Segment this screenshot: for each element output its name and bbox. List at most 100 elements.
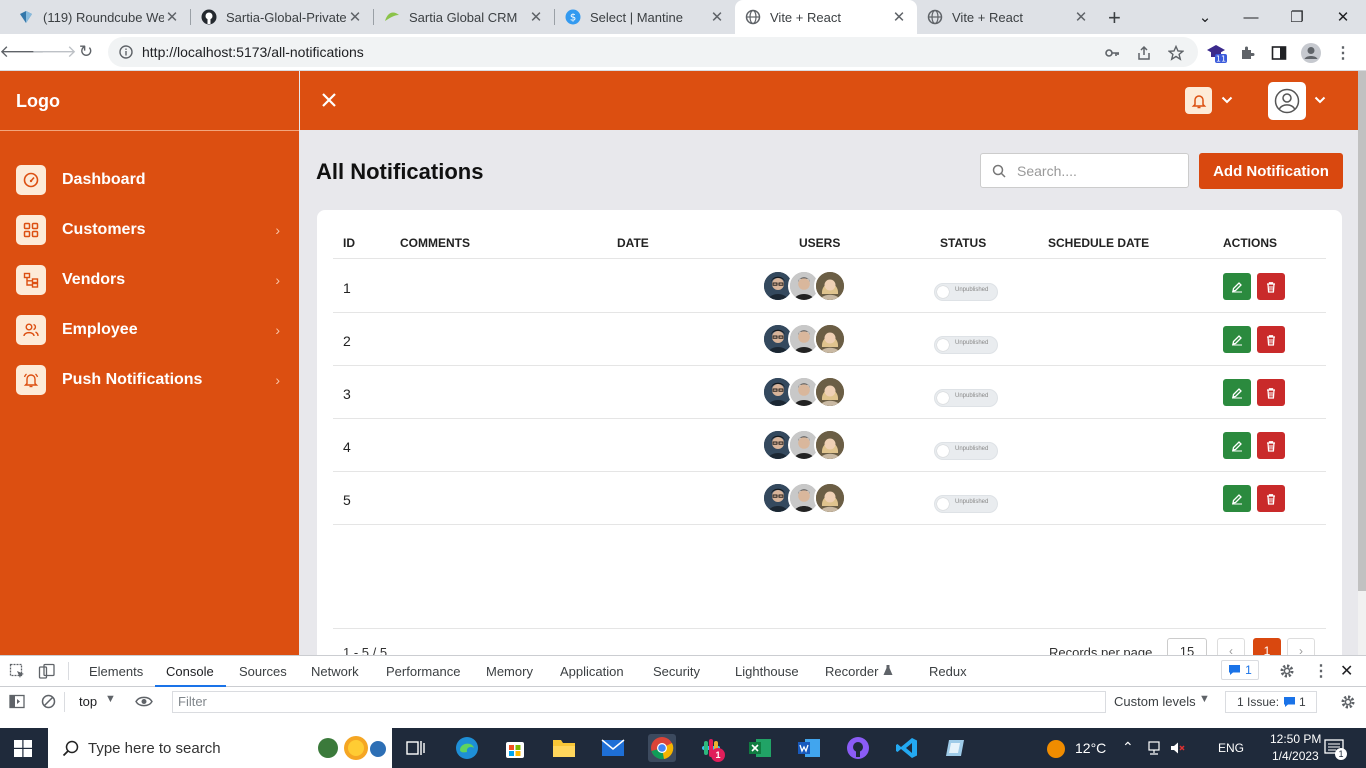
scrollbar-thumb[interactable] — [1358, 71, 1366, 591]
sidebar-item-vendors[interactable]: Vendors › — [16, 264, 284, 296]
status-toggle[interactable]: Unpublished — [934, 495, 998, 513]
status-toggle[interactable]: Unpublished — [934, 442, 998, 460]
user-avatar-group[interactable] — [762, 323, 852, 355]
devtools-tab-recorder[interactable]: Recorder — [825, 664, 878, 679]
weather-sun-icon[interactable] — [1046, 739, 1066, 759]
log-levels-select[interactable]: Custom levels — [1114, 694, 1196, 709]
status-toggle[interactable]: Unpublished — [934, 389, 998, 407]
browser-tab-active[interactable]: Vite + React ✕ — [735, 0, 917, 34]
delete-button[interactable] — [1257, 379, 1285, 406]
github-desktop-icon[interactable] — [844, 734, 872, 762]
devtools-menu-icon[interactable]: ⋮ — [1313, 661, 1329, 681]
input-language[interactable]: ENG — [1218, 741, 1244, 755]
slack-icon[interactable]: 1 — [697, 734, 725, 762]
weather-temperature[interactable]: 12°C — [1075, 740, 1106, 756]
column-header-id[interactable]: ID — [343, 236, 355, 250]
snipping-tool-icon[interactable] — [942, 734, 970, 762]
taskbar-search-box[interactable]: Type here to search — [48, 728, 392, 768]
sidebar-item-employee[interactable]: Employee › — [16, 314, 284, 346]
devtools-tab-sources[interactable]: Sources — [239, 664, 287, 679]
delete-button[interactable] — [1257, 326, 1285, 353]
notification-bell-button[interactable] — [1185, 87, 1212, 114]
records-per-page-select[interactable]: 15 — [1167, 638, 1207, 655]
tab-close-icon[interactable]: ✕ — [891, 8, 907, 26]
devtools-tab-network[interactable]: Network — [311, 664, 359, 679]
edit-button[interactable] — [1223, 379, 1251, 406]
tab-close-icon[interactable]: ✕ — [528, 8, 544, 26]
side-panel-icon[interactable] — [1268, 42, 1290, 64]
user-avatar-group[interactable] — [762, 482, 852, 514]
tab-close-icon[interactable]: ✕ — [1073, 8, 1089, 26]
new-tab-button[interactable]: + — [1108, 5, 1121, 31]
clear-console-icon[interactable] — [41, 694, 56, 709]
user-avatar-group[interactable] — [762, 270, 852, 302]
tab-close-icon[interactable]: ✕ — [709, 8, 725, 26]
messages-badge[interactable]: 1 — [1221, 660, 1259, 680]
browser-tab[interactable]: Sartia Global CRM ✕ — [374, 0, 554, 34]
browser-tab[interactable]: Vite + React ✕ — [917, 0, 1099, 34]
delete-button[interactable] — [1257, 273, 1285, 300]
status-toggle[interactable]: Unpublished — [934, 336, 998, 354]
word-icon[interactable] — [795, 734, 823, 762]
console-settings-gear-icon[interactable] — [1340, 694, 1356, 710]
forward-button[interactable]: 🡒 — [31, 38, 77, 66]
device-toolbar-icon[interactable] — [38, 663, 56, 680]
excel-icon[interactable] — [746, 734, 774, 762]
devtools-tab-security[interactable]: Security — [653, 664, 700, 679]
browser-tab[interactable]: $ Select | Mantine ✕ — [555, 0, 735, 34]
pagination-next-button[interactable]: › — [1287, 638, 1315, 655]
browser-tab[interactable]: Sartia-Global-Private- ✕ — [191, 0, 373, 34]
maximize-button[interactable]: ❐ — [1274, 0, 1320, 34]
address-bar[interactable]: http://localhost:5173/all-notifications — [108, 37, 1198, 67]
column-header-schedule-date[interactable]: SCHEDULE DATE — [1048, 236, 1149, 250]
clock-time[interactable]: 12:50 PM — [1270, 732, 1321, 746]
status-toggle[interactable]: Unpublished — [934, 283, 998, 301]
logo[interactable]: Logo — [16, 91, 60, 112]
devtools-tab-lighthouse[interactable]: Lighthouse — [735, 664, 799, 679]
task-view-icon[interactable] — [406, 739, 426, 757]
sidebar-item-push-notifications[interactable]: Push Notifications › — [16, 364, 284, 396]
chrome-icon[interactable] — [648, 734, 676, 762]
user-menu-button[interactable] — [1268, 82, 1306, 120]
volume-muted-icon[interactable] — [1170, 741, 1186, 755]
puzzle-extensions-icon[interactable] — [1237, 42, 1259, 64]
tray-chevron-up-icon[interactable]: ⌃ — [1122, 739, 1134, 756]
edit-button[interactable] — [1223, 326, 1251, 353]
tab-search-chevron-icon[interactable]: ⌄ — [1182, 0, 1228, 34]
column-header-status[interactable]: STATUS — [940, 236, 986, 250]
chevron-down-icon[interactable] — [1220, 93, 1234, 107]
profile-avatar-icon[interactable] — [1300, 42, 1322, 64]
devtools-tab-memory[interactable]: Memory — [486, 664, 533, 679]
sidebar-toggle-icon[interactable] — [9, 694, 25, 709]
add-notification-button[interactable]: Add Notification — [1199, 153, 1343, 189]
edit-button[interactable] — [1223, 432, 1251, 459]
column-header-comments[interactable]: COMMENTS — [400, 236, 470, 250]
inspect-element-icon[interactable] — [9, 663, 26, 680]
extension-hat-icon[interactable]: 11 — [1206, 42, 1228, 64]
edit-button[interactable] — [1223, 273, 1251, 300]
vscode-icon[interactable] — [893, 734, 921, 762]
search-highlight-icon[interactable] — [314, 734, 388, 762]
search-input[interactable]: Search.... — [980, 153, 1189, 188]
window-close-button[interactable]: ✕ — [1320, 0, 1366, 34]
page-scrollbar[interactable] — [1358, 71, 1366, 655]
devtools-tab-console[interactable]: Console — [166, 664, 214, 679]
tab-close-icon[interactable]: ✕ — [164, 8, 180, 26]
delete-button[interactable] — [1257, 485, 1285, 512]
clock-date[interactable]: 1/4/2023 — [1272, 749, 1319, 763]
eye-icon[interactable] — [135, 695, 153, 708]
devtools-close-icon[interactable]: ✕ — [1340, 661, 1353, 681]
bookmark-star-icon[interactable] — [1165, 42, 1187, 64]
reload-button[interactable]: ↻ — [72, 38, 100, 66]
pagination-prev-button[interactable]: ‹ — [1217, 638, 1245, 655]
browser-tab[interactable]: (119) Roundcube Web ✕ — [8, 0, 190, 34]
mail-icon[interactable] — [599, 734, 627, 762]
file-explorer-icon[interactable] — [550, 734, 578, 762]
store-icon[interactable] — [501, 734, 529, 762]
user-avatar-group[interactable] — [762, 376, 852, 408]
sidebar-item-dashboard[interactable]: Dashboard — [16, 164, 284, 196]
minimize-button[interactable]: — — [1228, 0, 1274, 34]
sidebar-item-customers[interactable]: Customers › — [16, 214, 284, 246]
close-sidebar-icon[interactable] — [318, 89, 340, 111]
settings-gear-icon[interactable] — [1279, 663, 1295, 679]
